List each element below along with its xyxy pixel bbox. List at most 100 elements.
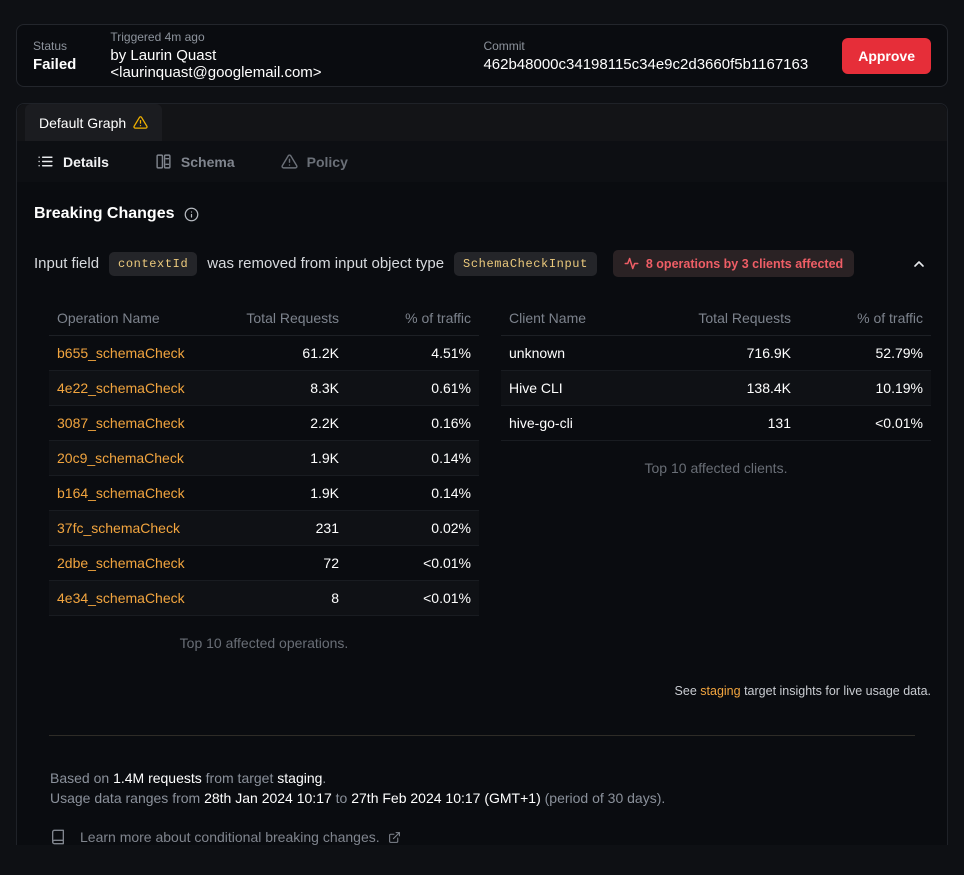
client-name-cell: hive-go-cli — [501, 406, 679, 441]
alert-triangle-icon — [281, 153, 298, 170]
status-value: Failed — [33, 56, 76, 73]
requests-cell: 8 — [227, 581, 347, 616]
date-range-line: Usage data ranges from 28th Jan 2024 10:… — [50, 788, 931, 808]
table-row: b655_schemaCheck 61.2K 4.51% — [49, 336, 479, 371]
tab-details-label: Details — [63, 154, 109, 170]
breaking-change-row[interactable]: Input field contextId was removed from i… — [34, 250, 931, 277]
operation-link[interactable]: b164_schemaCheck — [57, 485, 185, 501]
main-panel: Default Graph Details — [16, 103, 948, 845]
change-text-prefix: Input field — [34, 255, 99, 272]
col-total-requests: Total Requests — [227, 301, 347, 336]
change-field-code: contextId — [109, 252, 197, 276]
tab-policy-label: Policy — [307, 154, 348, 170]
requests-cell: 131 — [679, 406, 799, 441]
change-type-code: SchemaCheckInput — [454, 252, 597, 276]
breaking-changes-header: Breaking Changes — [34, 205, 931, 223]
traffic-cell: <0.01% — [799, 406, 931, 441]
target-name: staging — [277, 770, 322, 786]
see-target-insights: See staging target insights for live usa… — [34, 684, 931, 698]
table-row: b164_schemaCheck 1.9K 0.14% — [49, 476, 479, 511]
tab-details[interactable]: Details — [37, 153, 109, 170]
operations-table: Operation Name Total Requests % of traff… — [49, 301, 479, 616]
usage-footer: Based on 1.4M requests from target stagi… — [34, 736, 931, 808]
operation-link[interactable]: 4e34_schemaCheck — [57, 590, 185, 606]
list-icon — [37, 153, 54, 170]
range-to-text: to — [336, 790, 348, 806]
operation-link[interactable]: 37fc_schemaCheck — [57, 520, 180, 536]
table-row: unknown 716.9K 52.79% — [501, 336, 931, 371]
requests-cell: 61.2K — [227, 336, 347, 371]
range-end-date: 27th Feb 2024 10:17 (GMT+1) — [351, 790, 541, 806]
top-bar: Status Failed Triggered 4m ago by Laurin… — [16, 24, 948, 87]
traffic-cell: 0.61% — [347, 371, 479, 406]
status-label: Status — [33, 39, 76, 53]
change-text-middle: was removed from input object type — [207, 255, 444, 272]
requests-cell: 716.9K — [679, 336, 799, 371]
requests-cell: 72 — [227, 546, 347, 581]
operation-link[interactable]: 4e22_schemaCheck — [57, 380, 185, 396]
requests-cell: 138.4K — [679, 371, 799, 406]
triggered-value: by Laurin Quast <laurinquast@googlemail.… — [110, 47, 425, 81]
commit-value: 462b48000c34198115c34e9c2d3660f5b1167163 — [483, 56, 808, 73]
traffic-cell: 10.19% — [799, 371, 931, 406]
table-row: Hive CLI 138.4K 10.19% — [501, 371, 931, 406]
learn-more-label: Learn more about conditional breaking ch… — [80, 829, 380, 845]
usage-tables: Operation Name Total Requests % of traff… — [34, 301, 931, 651]
warning-triangle-icon — [133, 115, 148, 130]
clients-table: Client Name Total Requests % of traffic … — [501, 301, 931, 441]
commit-block: Commit 462b48000c34198115c34e9c2d3660f5b… — [483, 39, 808, 73]
book-icon — [50, 829, 66, 845]
tab-schema-label: Schema — [181, 154, 235, 170]
period-dot: . — [322, 770, 326, 786]
clients-column: Client Name Total Requests % of traffic … — [501, 301, 931, 651]
operation-link[interactable]: 3087_schemaCheck — [57, 415, 185, 431]
table-row: 2dbe_schemaCheck 72 <0.01% — [49, 546, 479, 581]
operation-link[interactable]: 20c9_schemaCheck — [57, 450, 184, 466]
breaking-changes-title: Breaking Changes — [34, 205, 174, 223]
graph-tabstrip: Default Graph — [17, 104, 947, 141]
requests-cell: 1.9K — [227, 441, 347, 476]
tab-schema[interactable]: Schema — [155, 153, 235, 170]
operation-link[interactable]: 2dbe_schemaCheck — [57, 555, 185, 571]
operations-column: Operation Name Total Requests % of traff… — [49, 301, 479, 651]
schema-icon — [155, 153, 172, 170]
traffic-cell: 0.14% — [347, 441, 479, 476]
table-row: 3087_schemaCheck 2.2K 0.16% — [49, 406, 479, 441]
col-total-requests: Total Requests — [679, 301, 799, 336]
col-operation-name: Operation Name — [49, 301, 227, 336]
staging-target-link[interactable]: staging — [700, 684, 740, 698]
requests-cell: 1.9K — [227, 476, 347, 511]
traffic-cell: 52.79% — [799, 336, 931, 371]
commit-label: Commit — [483, 39, 808, 53]
graph-tab-label: Default Graph — [39, 115, 126, 131]
from-target-text: from target — [206, 770, 274, 786]
operation-link[interactable]: b655_schemaCheck — [57, 345, 185, 361]
range-start-date: 28th Jan 2024 10:17 — [204, 790, 332, 806]
table-row: 4e34_schemaCheck 8 <0.01% — [49, 581, 479, 616]
affected-operations-badge[interactable]: 8 operations by 3 clients affected — [613, 250, 854, 277]
client-name-cell: unknown — [501, 336, 679, 371]
requests-cell: 231 — [227, 511, 347, 546]
traffic-cell: 0.02% — [347, 511, 479, 546]
external-link-icon — [388, 831, 401, 844]
learn-more-link[interactable]: Learn more about conditional breaking ch… — [50, 829, 931, 845]
tab-default-graph[interactable]: Default Graph — [25, 104, 162, 141]
requests-cell: 2.2K — [227, 406, 347, 441]
clients-note: Top 10 affected clients. — [501, 460, 931, 476]
client-name-cell: Hive CLI — [501, 371, 679, 406]
chevron-up-icon[interactable] — [911, 256, 927, 272]
tab-policy[interactable]: Policy — [281, 153, 348, 170]
table-row: 37fc_schemaCheck 231 0.02% — [49, 511, 479, 546]
section-tabs: Details Schema — [17, 141, 947, 182]
traffic-cell: 0.14% — [347, 476, 479, 511]
table-row: hive-go-cli 131 <0.01% — [501, 406, 931, 441]
info-circle-icon — [184, 207, 199, 222]
approve-button[interactable]: Approve — [842, 38, 931, 74]
details-content: Breaking Changes Input field contextId w… — [17, 182, 947, 845]
clients-header-row: Client Name Total Requests % of traffic — [501, 301, 931, 336]
traffic-cell: <0.01% — [347, 546, 479, 581]
triggered-block: Triggered 4m ago by Laurin Quast <laurin… — [110, 30, 425, 81]
requests-count: 1.4M requests — [113, 770, 202, 786]
see-text-pre: See — [675, 684, 697, 698]
traffic-cell: 4.51% — [347, 336, 479, 371]
